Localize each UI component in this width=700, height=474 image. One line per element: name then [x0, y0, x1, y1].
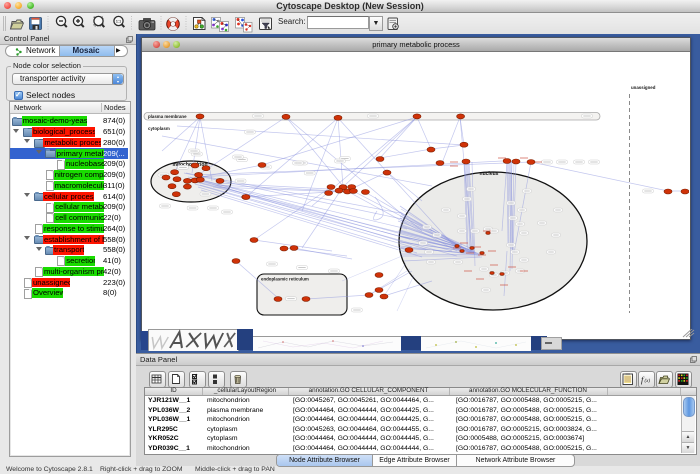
svg-text:nucleus: nucleus: [480, 171, 499, 177]
svg-text:unassigned: unassigned: [631, 85, 656, 90]
svg-text:(x): (x): [645, 379, 651, 384]
svg-text:cytoplasm: cytoplasm: [148, 126, 170, 131]
svg-text:endoplasmic reticulum: endoplasmic reticulum: [261, 277, 309, 282]
svg-text:1:1: 1:1: [116, 20, 121, 24]
svg-text:plasma membrane: plasma membrane: [148, 114, 187, 119]
